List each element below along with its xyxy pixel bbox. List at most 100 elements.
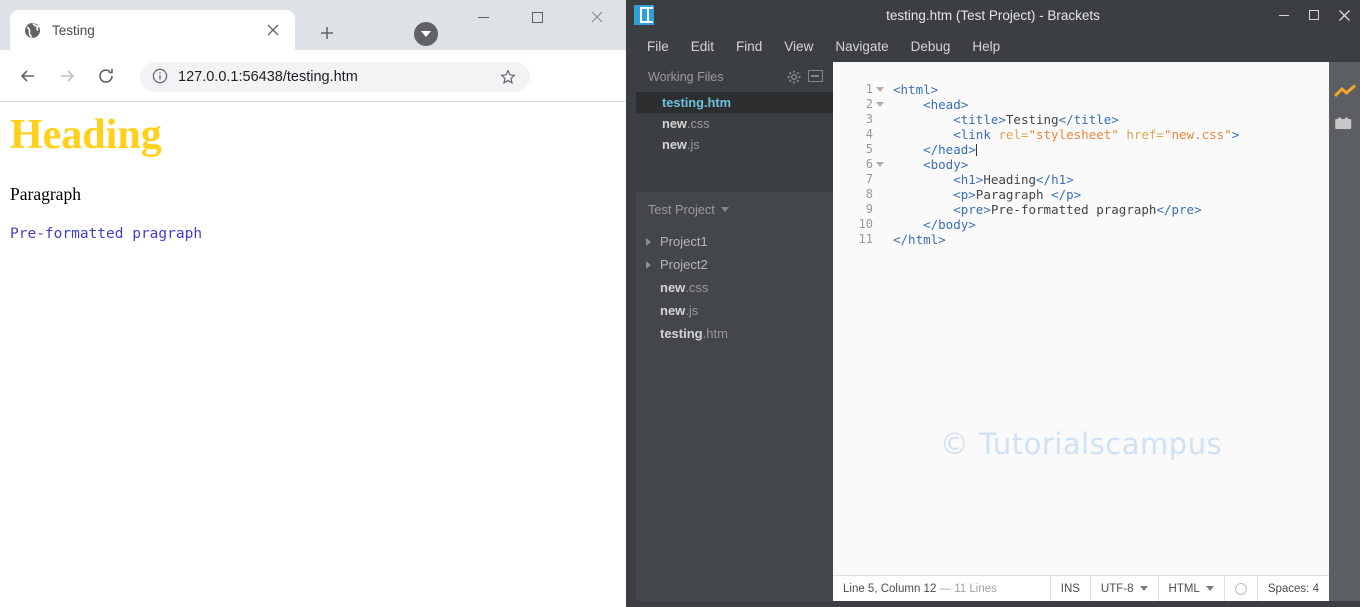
brackets-status-bar: Line 5, Column 12 — 11 Lines INS UTF-8 H… (833, 575, 1329, 602)
arrow-left-icon[interactable] (14, 62, 42, 90)
code-token: </head> (923, 142, 976, 157)
file-extension: .js (685, 303, 699, 318)
insert-mode-toggle[interactable]: INS (1049, 575, 1090, 602)
code-text: </html> (887, 232, 1329, 247)
star-icon[interactable] (496, 65, 520, 89)
browser-maximize-button[interactable] (514, 0, 560, 34)
tree-file-item[interactable]: new .css (636, 276, 833, 299)
gear-icon[interactable] (787, 70, 801, 84)
reload-icon[interactable] (92, 62, 120, 90)
split-view-icon[interactable] (808, 70, 823, 83)
code-token: href= (1126, 127, 1164, 142)
code-token: </h1> (1036, 172, 1074, 187)
code-line[interactable]: 10 </body> (833, 217, 1329, 232)
file-extension: .js (686, 137, 700, 152)
live-preview-lightning-icon[interactable] (1333, 84, 1356, 100)
code-line[interactable]: 8 <p>Paragraph </p> (833, 187, 1329, 202)
code-content[interactable]: 1 <html> 2 <head> 3 <title>Testing</title> 4… (833, 82, 1329, 247)
language-label: HTML (1168, 582, 1200, 595)
address-bar-url[interactable]: 127.0.0.1:56438/testing.htm (178, 69, 496, 85)
working-file-item[interactable]: new .js (636, 134, 833, 155)
code-text: <html> (887, 82, 1329, 97)
code-text: <body> (887, 157, 1329, 172)
chevron-right-icon[interactable] (646, 260, 656, 269)
tree-folder-item[interactable]: Project2 (636, 253, 833, 276)
code-text: <pre>Pre-formatted pragraph</pre> (887, 202, 1329, 217)
file-basename: new (660, 280, 686, 295)
folder-label: Project1 (660, 234, 708, 249)
code-token: Paragraph (975, 187, 1052, 202)
project-file-tree: Project1 Project2 new .css new .js testing… (636, 226, 833, 345)
brackets-minimize-button[interactable] (1268, 0, 1300, 30)
chevron-right-icon[interactable] (646, 237, 656, 246)
tree-file-item[interactable]: new .js (636, 299, 833, 322)
chevron-down-icon (1205, 586, 1214, 591)
working-file-item[interactable]: testing .htm (636, 92, 833, 113)
code-fold-triangle-icon[interactable] (873, 102, 887, 107)
line-number: 2 (865, 97, 873, 111)
lint-status-circle-icon[interactable] (1223, 575, 1257, 602)
menu-item-file[interactable]: File (636, 36, 680, 57)
working-file-item[interactable]: new .css (636, 113, 833, 134)
code-line[interactable]: 5 </head> (833, 142, 1329, 157)
code-fold-triangle-icon[interactable] (873, 162, 887, 167)
tree-file-item[interactable]: testing .htm (636, 322, 833, 345)
code-fold-triangle-icon[interactable] (873, 87, 887, 92)
code-token: <pre> (953, 202, 991, 217)
menu-item-navigate[interactable]: Navigate (824, 36, 899, 57)
line-number: 5 (865, 142, 873, 156)
page-preformatted-text: Pre-formatted pragraph (10, 226, 203, 242)
chevron-down-circle-icon[interactable] (414, 22, 438, 46)
file-extension: .htm (703, 95, 731, 110)
browser-close-button[interactable] (574, 0, 620, 34)
page-paragraph: Paragraph (10, 184, 81, 204)
code-token: </html> (893, 232, 946, 247)
new-tab-button[interactable] (312, 18, 342, 48)
tree-folder-item[interactable]: Project1 (636, 230, 833, 253)
code-line[interactable]: 9 <pre>Pre-formatted pragraph</pre> (833, 202, 1329, 217)
code-line[interactable]: 1 <html> (833, 82, 1329, 97)
indent-setting[interactable]: Spaces: 4 (1256, 575, 1329, 602)
arrow-right-icon[interactable] (53, 62, 81, 90)
brackets-maximize-button[interactable] (1298, 0, 1330, 30)
chevron-down-icon[interactable] (720, 206, 729, 212)
code-line[interactable]: 2 <head> (833, 97, 1329, 112)
browser-tab-strip: Testing (0, 0, 626, 50)
menu-item-edit[interactable]: Edit (680, 36, 725, 57)
brackets-editor-window: testing.htm (Test Project) - Brackets Fi… (626, 0, 1360, 607)
code-editor[interactable]: 1 <html> 2 <head> 3 <title>Testing</title> 4… (833, 62, 1329, 575)
indent-label: Spaces: (1267, 582, 1310, 595)
encoding-selector[interactable]: UTF-8 (1089, 575, 1158, 602)
code-text: <title>Testing</title> (887, 112, 1329, 127)
code-line[interactable]: 4 <link rel="stylesheet" href="new.css"> (833, 127, 1329, 142)
info-circle-icon[interactable] (152, 68, 170, 86)
code-token: "new.css" (1163, 127, 1232, 142)
code-line[interactable]: 3 <title>Testing</title> (833, 112, 1329, 127)
code-line[interactable]: 6 <body> (833, 157, 1329, 172)
code-text: </head> (887, 142, 1329, 157)
browser-minimize-button[interactable] (460, 0, 506, 34)
project-tree-panel: Test Project Project1 Project2 new.css (636, 192, 833, 607)
menu-item-view[interactable]: View (773, 36, 824, 57)
code-line[interactable]: 7 <h1>Heading</h1> (833, 172, 1329, 187)
close-icon[interactable] (261, 18, 285, 42)
line-number: 4 (865, 127, 873, 141)
browser-tab[interactable]: Testing (10, 10, 295, 50)
file-basename: new (662, 116, 687, 131)
brackets-close-button[interactable] (1328, 0, 1360, 30)
menu-item-find[interactable]: Find (725, 36, 773, 57)
address-bar[interactable]: 127.0.0.1:56438/testing.htm (140, 62, 530, 92)
menu-item-help[interactable]: Help (961, 36, 1011, 57)
code-text: <h1>Heading</h1> (887, 172, 1329, 187)
project-title-row[interactable]: Test Project (636, 192, 833, 226)
extension-manager-icon[interactable] (1334, 114, 1356, 130)
menu-item-debug[interactable]: Debug (900, 36, 962, 57)
language-selector[interactable]: HTML (1157, 575, 1224, 602)
file-extension: .css (686, 116, 710, 131)
code-token: Testing (1005, 112, 1059, 127)
code-line[interactable]: 11 </html> (833, 232, 1329, 247)
